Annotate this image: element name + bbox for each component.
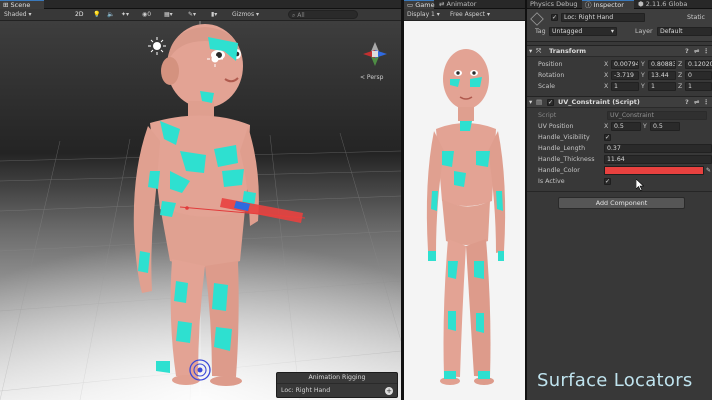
position-z-field[interactable]: 0.12020 xyxy=(685,60,712,69)
camera-icon[interactable]: ▮▾ xyxy=(211,10,217,19)
mouse-cursor xyxy=(636,179,644,191)
game-render xyxy=(404,21,525,400)
view-persp-label[interactable]: < Persp xyxy=(360,74,384,81)
more-icon[interactable]: ⋮ xyxy=(703,46,710,57)
game-tab-icon: ▭ xyxy=(407,1,416,9)
inspector-body: ✓ Loc: Right Hand Static Tag Untagged ▾ L… xyxy=(527,9,712,400)
uv-x-field[interactable]: 0.5 xyxy=(611,122,641,131)
object-header: ✓ Loc: Right Hand Static Tag Untagged ▾ L… xyxy=(527,9,712,42)
add-component-button[interactable]: Add Component xyxy=(558,197,685,209)
effects-icon[interactable]: ✦▾ xyxy=(121,10,129,19)
layer-dropdown[interactable]: Default xyxy=(657,27,712,36)
settings-icon[interactable]: ⇌ xyxy=(694,97,699,108)
overlay-title: Animation Rigging xyxy=(277,373,397,384)
handle-thickness-row: Handle_Thickness 11.64 xyxy=(527,154,712,165)
script-field: UV_Constraint xyxy=(607,111,707,120)
scale-y-field[interactable]: 1 xyxy=(648,82,676,91)
position-y-field[interactable]: 0.80883 xyxy=(648,60,676,69)
game-viewport[interactable] xyxy=(404,21,525,400)
transform-header[interactable]: ▾ ⤧ Transform ? ⇌ ⋮ xyxy=(527,45,712,57)
scene-tab-bar: ⊞ Scene xyxy=(0,0,401,9)
tab-package-version[interactable]: ⬢ 2.11.6 Globa xyxy=(635,0,712,9)
gizmos-dropdown[interactable]: Gizmos ▾ xyxy=(232,10,259,19)
watermark-title: Surface Locators xyxy=(537,370,693,391)
add-icon[interactable]: + xyxy=(385,387,393,395)
is-active-checkbox[interactable]: ✓ xyxy=(604,178,611,185)
inspector-tab-bar: Physics Debug ⓘ Inspector ⬢ 2.11.6 Globa xyxy=(527,0,712,9)
scene-search-input[interactable]: ⌕ All xyxy=(288,10,358,19)
transform-icon: ⤧ xyxy=(536,47,542,55)
uv-y-field[interactable]: 0.5 xyxy=(650,122,680,131)
tab-animator[interactable]: ⇄ Animator xyxy=(436,0,486,9)
is-active-row: Is Active ✓ xyxy=(538,178,611,185)
foldout-arrow-icon: ▾ xyxy=(529,47,533,55)
rotation-y-field[interactable]: 13.44 xyxy=(648,71,676,80)
tab-scene[interactable]: ⊞ Scene xyxy=(0,0,44,9)
scene-viewport[interactable]: < Persp Animation Rigging Loc: Right Han… xyxy=(0,21,401,400)
game-tab-bar: ▭ Game ⇄ Animator xyxy=(404,0,525,9)
game-toolbar: Display 1 ▾ Free Aspect ▾ xyxy=(404,9,525,21)
2d-toggle[interactable]: 2D xyxy=(75,10,83,19)
grid-icon[interactable]: ▦▾ xyxy=(164,10,173,19)
display-dropdown[interactable]: Display 1 ▾ xyxy=(407,10,440,19)
tag-dropdown[interactable]: Untagged ▾ xyxy=(549,27,617,36)
scale-x-field[interactable]: 1 xyxy=(611,82,639,91)
animator-tab-icon: ⇄ xyxy=(439,0,447,8)
handle-visibility-row: Handle_Visibility ✓ xyxy=(538,134,611,141)
package-icon: ⬢ xyxy=(638,0,646,8)
handle-length-field[interactable]: 0.37 xyxy=(604,144,712,153)
position-x-field[interactable]: 0.00794 xyxy=(611,60,639,69)
scale-z-field[interactable]: 1 xyxy=(685,82,712,91)
tab-game[interactable]: ▭ Game xyxy=(404,0,435,9)
handle-visibility-checkbox[interactable]: ✓ xyxy=(604,134,611,141)
rotation-x-field[interactable]: -3.719 xyxy=(611,71,639,80)
overlay-item[interactable]: Loc: Right Hand + xyxy=(277,384,397,398)
help-icon[interactable]: ? xyxy=(685,97,689,108)
info-icon: ⓘ xyxy=(585,1,594,9)
script-row: Script UV_Constraint xyxy=(527,110,712,121)
object-name-field[interactable]: Loc: Right Hand xyxy=(561,13,645,22)
rotation-row: Rotation X -3.719 Y 13.44 Z0 xyxy=(527,70,712,81)
tag-label: Tag xyxy=(535,28,546,35)
section-divider xyxy=(527,191,712,192)
tab-inspector[interactable]: ⓘ Inspector xyxy=(582,0,634,9)
lighting-icon[interactable]: 💡 xyxy=(93,10,100,19)
scale-row: Scale X1 Y1 Z1 xyxy=(527,81,712,92)
eyedropper-icon[interactable]: ✎ xyxy=(706,165,711,176)
scene-tab-icon: ⊞ xyxy=(3,1,11,9)
uv-constraint-header[interactable]: ▾ ▤ ✓ UV_Constraint (Script) ? ⇌ ⋮ xyxy=(527,96,712,108)
chevron-down-icon: ▾ xyxy=(610,28,614,35)
object-active-checkbox[interactable]: ✓ xyxy=(551,14,558,21)
scene-toolbar: Shaded ▾ 2D 💡 🔈 ✦▾ ◉0 ▦▾ ✎▾ ▮▾ Gizmos ▾ … xyxy=(0,9,401,21)
script-icon: ▤ xyxy=(536,98,543,106)
tools-icon[interactable]: ✎▾ xyxy=(188,10,196,19)
hidden-objects-icon[interactable]: ◉0 xyxy=(142,10,151,19)
help-icon[interactable]: ? xyxy=(685,46,689,57)
handle-thickness-field[interactable]: 11.64 xyxy=(604,155,712,164)
foldout-arrow-icon: ▾ xyxy=(529,98,533,106)
uv-position-row: UV Position X 0.5 Y 0.5 xyxy=(527,121,712,132)
animation-rigging-overlay: Animation Rigging Loc: Right Hand + xyxy=(276,372,398,398)
component-enabled-checkbox[interactable]: ✓ xyxy=(547,99,554,106)
more-icon[interactable]: ⋮ xyxy=(703,97,710,108)
scene-render: < Persp xyxy=(0,21,401,400)
handle-length-row: Handle_Length 0.37 xyxy=(527,143,712,154)
shading-mode-dropdown[interactable]: Shaded ▾ xyxy=(4,10,32,19)
layer-label: Layer xyxy=(635,28,653,35)
cube-icon xyxy=(530,12,544,26)
handle-color-row: Handle_Color ✎ xyxy=(538,165,712,176)
tab-physics-debug[interactable]: Physics Debug xyxy=(527,0,581,9)
audio-icon[interactable]: 🔈 xyxy=(107,10,114,19)
settings-icon[interactable]: ⇌ xyxy=(694,46,699,57)
handle-color-swatch[interactable] xyxy=(604,166,704,175)
rotation-z-field[interactable]: 0 xyxy=(685,71,712,80)
aspect-dropdown[interactable]: Free Aspect ▾ xyxy=(450,10,490,19)
position-row: Position X 0.00794 Y 0.80883 Z 0.12020 xyxy=(538,60,712,69)
static-toggle[interactable]: Static xyxy=(687,14,705,21)
